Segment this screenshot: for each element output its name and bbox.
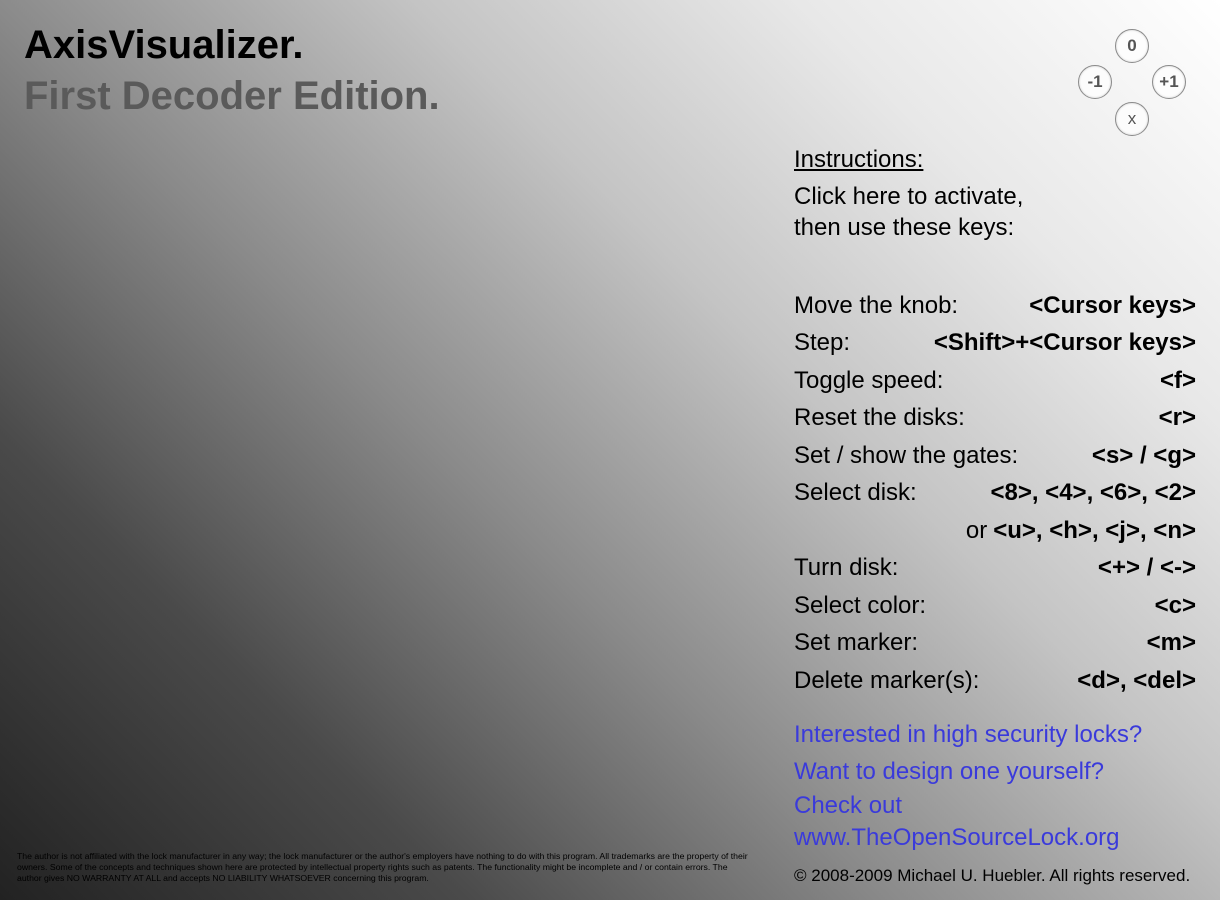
key-row-step: Step: <Shift>+<Cursor keys>: [794, 325, 1196, 363]
key-label: Move the knob:: [794, 291, 959, 319]
instructions-intro[interactable]: Click here to activate, then use these k…: [794, 181, 1196, 243]
key-row-set-marker: Set marker: <m>: [794, 625, 1196, 663]
key-shortcut: <c>: [1154, 591, 1196, 619]
knob-zero-label: 0: [1127, 36, 1137, 55]
key-label: Step:: [794, 329, 851, 357]
key-row-select-disk-alt: or <u>, <h>, <j>, <n>: [794, 512, 1196, 550]
key-label: Delete marker(s):: [794, 666, 980, 694]
key-shortcut: <d>, <del>: [1077, 666, 1196, 694]
knob-close-button[interactable]: x: [1115, 102, 1149, 136]
key-shortcut: <m>: [1146, 629, 1196, 657]
knob-minus-one-label: -1: [1087, 72, 1103, 91]
promo-link-check-out[interactable]: Check out: [794, 790, 1142, 822]
instructions-heading: Instructions:: [794, 146, 924, 173]
key-label: Turn disk:: [794, 554, 899, 582]
knob-plus-one-button[interactable]: +1: [1152, 65, 1186, 99]
intro-line-2: then use these keys:: [794, 214, 1015, 241]
key-row-toggle-speed: Toggle speed: <f>: [794, 362, 1196, 400]
key-shortcut: <s> / <g>: [1091, 441, 1196, 469]
promo-link-locks[interactable]: Interested in high security locks?: [794, 716, 1142, 753]
key-label: Reset the disks:: [794, 404, 965, 432]
intro-line-1: Click here to activate,: [794, 183, 1024, 210]
knob-minus-one-button[interactable]: -1: [1078, 65, 1112, 99]
key-row-delete-markers: Delete marker(s): <d>, <del>: [794, 662, 1196, 700]
disclaimer-text: The author is not affiliated with the lo…: [17, 851, 748, 883]
key-row-turn-disk: Turn disk: <+> / <->: [794, 550, 1196, 588]
instructions-panel[interactable]: Instructions: Click here to activate, th…: [794, 145, 1196, 700]
key-label: or: [965, 516, 988, 544]
key-shortcut: <Shift>+<Cursor keys>: [933, 329, 1196, 357]
key-shortcut: <+> / <->: [1097, 554, 1196, 582]
key-row-select-disk: Select disk: <8>, <4>, <6>, <2>: [794, 475, 1196, 513]
key-bindings-list: Move the knob: <Cursor keys> Step: <Shif…: [794, 287, 1196, 700]
knob-zero-button[interactable]: 0: [1115, 29, 1149, 63]
app-subtitle: First Decoder Edition.: [24, 74, 440, 118]
key-row-select-color: Select color: <c>: [794, 587, 1196, 625]
app-title: AxisVisualizer.: [24, 23, 304, 67]
website-link[interactable]: www.TheOpenSourceLock.org: [794, 822, 1142, 854]
key-row-reset-disks: Reset the disks: <r>: [794, 400, 1196, 438]
promo-link-design[interactable]: Want to design one yourself?: [794, 753, 1142, 790]
key-row-move-knob: Move the knob: <Cursor keys>: [794, 287, 1196, 325]
key-label: Select disk:: [794, 479, 917, 507]
key-label: Set / show the gates:: [794, 441, 1019, 469]
knob-close-label: x: [1127, 109, 1137, 128]
key-label: Toggle speed:: [794, 366, 944, 394]
copyright-notice: © 2008-2009 Michael U. Huebler. All righ…: [794, 866, 1191, 885]
key-shortcut: <u>, <h>, <j>, <n>: [993, 516, 1196, 544]
key-shortcut: <f>: [1159, 366, 1196, 394]
key-row-gates: Set / show the gates: <s> / <g>: [794, 437, 1196, 475]
key-shortcut: <Cursor keys>: [1029, 291, 1196, 319]
knob-plus-one-label: +1: [1159, 72, 1179, 91]
key-shortcut: <r>: [1158, 404, 1196, 432]
key-shortcut: <8>, <4>, <6>, <2>: [990, 479, 1196, 507]
promo-links: Interested in high security locks? Want …: [794, 716, 1142, 854]
key-label: Set marker:: [794, 629, 919, 657]
key-label: Select color:: [794, 591, 927, 619]
